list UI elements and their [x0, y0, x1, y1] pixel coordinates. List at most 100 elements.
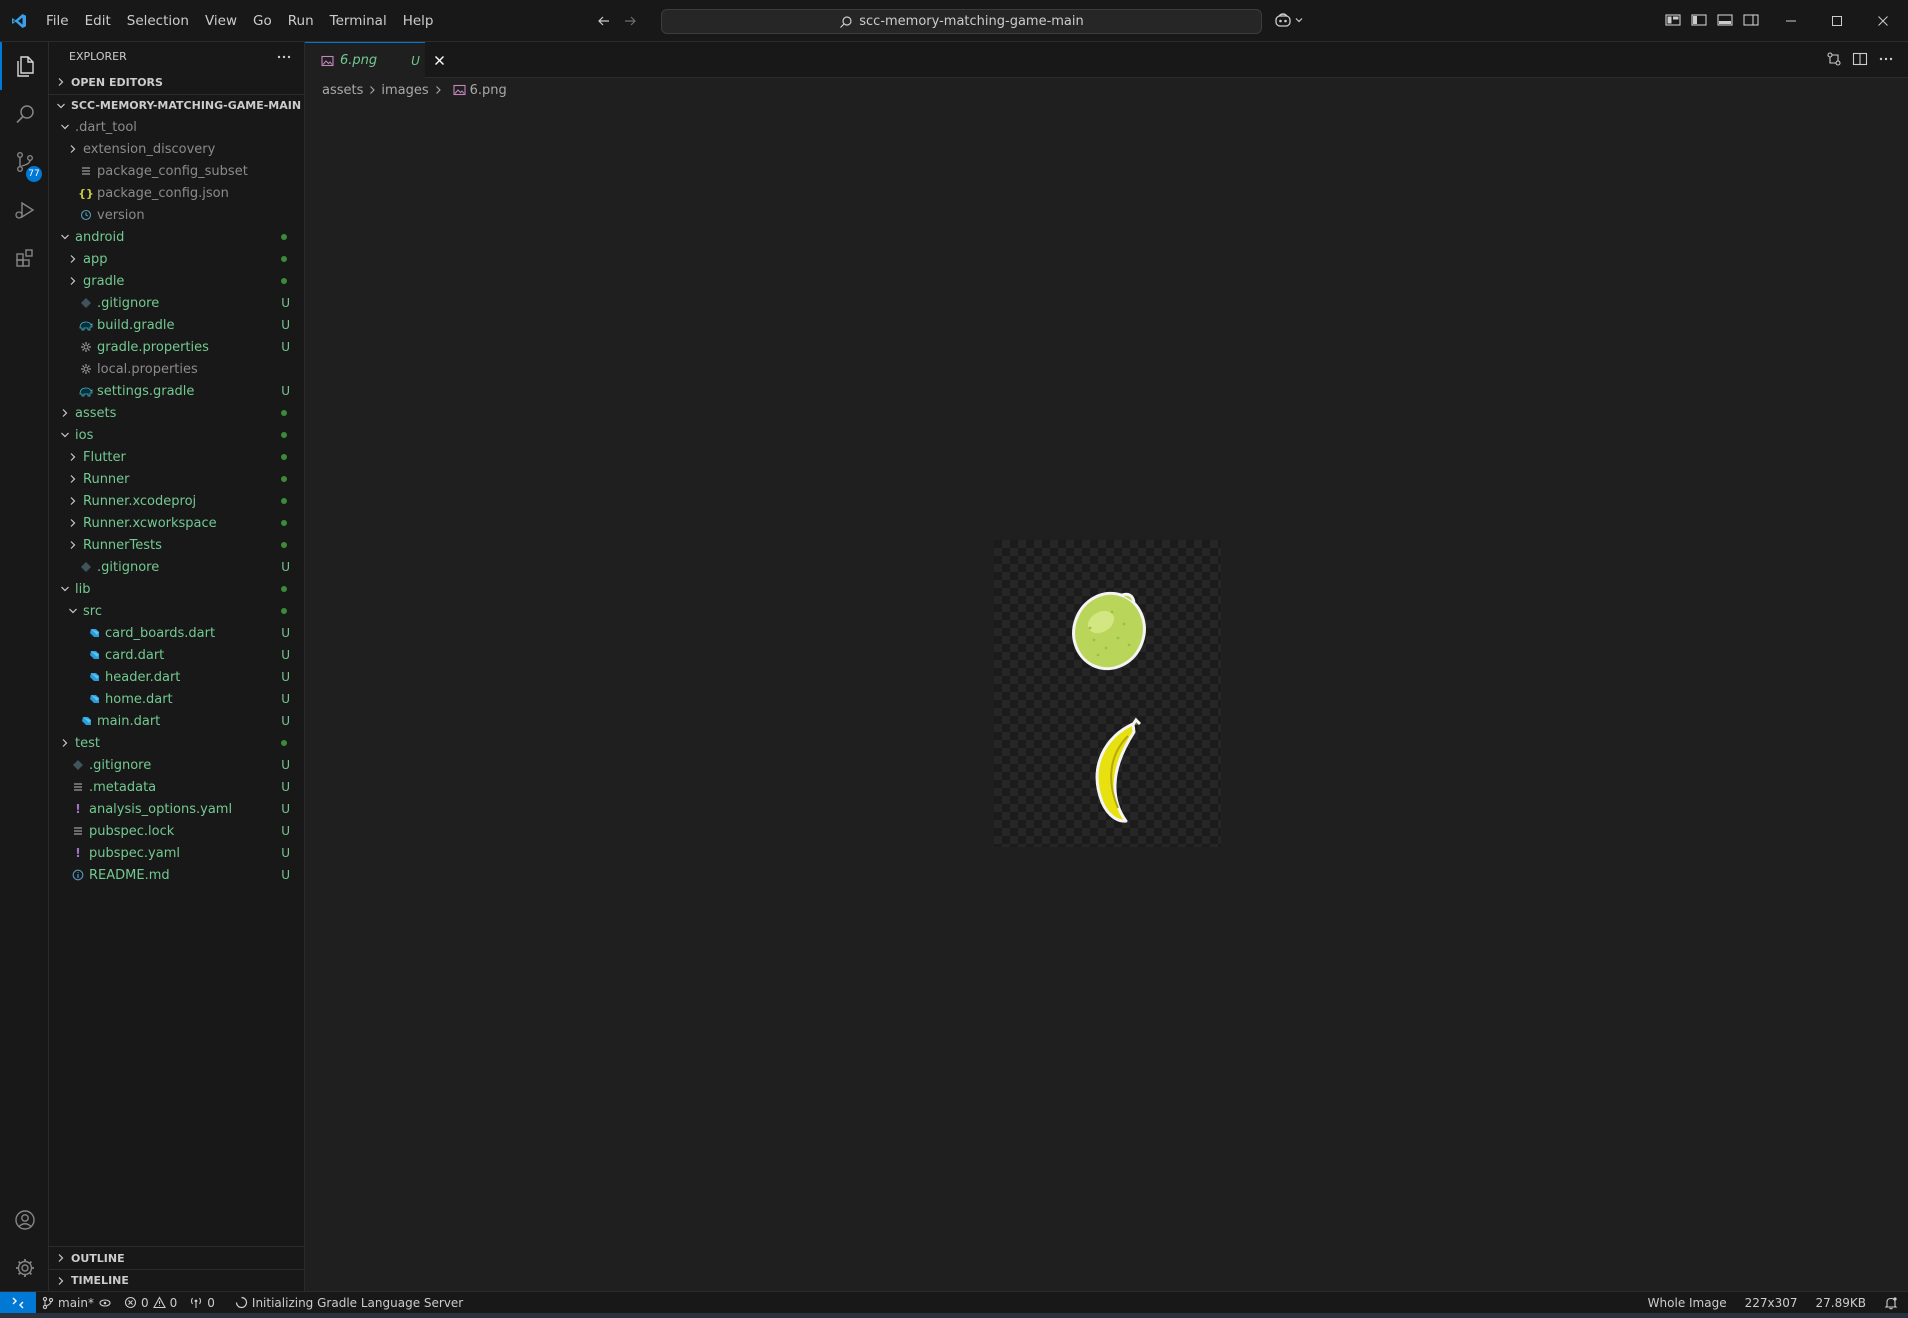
- sidebar-bottom-sections: OUTLINE TIMELINE: [49, 1246, 304, 1291]
- tree-item[interactable]: ios: [49, 424, 304, 446]
- maximize-icon[interactable]: [1814, 0, 1860, 42]
- tree-item[interactable]: README.md U: [49, 864, 304, 886]
- menu-view[interactable]: View: [197, 0, 245, 42]
- tree-item[interactable]: android: [49, 226, 304, 248]
- tab-6-png[interactable]: 6.png U: [305, 42, 444, 78]
- menu-help[interactable]: Help: [395, 0, 442, 42]
- tree-item[interactable]: .metadata U: [49, 776, 304, 798]
- menu-go[interactable]: Go: [245, 0, 280, 42]
- tree-item[interactable]: assets: [49, 402, 304, 424]
- minimize-icon[interactable]: [1768, 0, 1814, 42]
- tree-item[interactable]: RunnerTests: [49, 534, 304, 556]
- tree-item[interactable]: build.gradle U: [49, 314, 304, 336]
- menu-terminal[interactable]: Terminal: [322, 0, 395, 42]
- outline-section[interactable]: OUTLINE: [49, 1247, 304, 1269]
- tree-item[interactable]: extension_discovery: [49, 138, 304, 160]
- tree-item[interactable]: ! analysis_options.yaml U: [49, 798, 304, 820]
- tree-item[interactable]: .gitignore U: [49, 556, 304, 578]
- problems-status[interactable]: 0 0: [118, 1296, 183, 1310]
- close-tab-icon[interactable]: [434, 55, 445, 66]
- tree-item[interactable]: test: [49, 732, 304, 754]
- gear-icon: [79, 340, 93, 354]
- git-status-badge: U: [281, 340, 290, 354]
- extensions-icon[interactable]: [0, 234, 49, 282]
- toggle-secondary-sidebar-icon[interactable]: [1742, 12, 1760, 28]
- tree-item[interactable]: header.dart U: [49, 666, 304, 688]
- menu-edit[interactable]: Edit: [77, 0, 119, 42]
- menu-run[interactable]: Run: [280, 0, 322, 42]
- error-count: 0: [140, 1295, 149, 1310]
- breadcrumb-file[interactable]: 6.png: [470, 83, 507, 98]
- timeline-section[interactable]: TIMELINE: [49, 1269, 304, 1291]
- copilot-menu[interactable]: [1274, 12, 1304, 28]
- tree-item-label: header.dart: [105, 669, 181, 685]
- git-status-badge: U: [281, 648, 290, 662]
- account-icon[interactable]: [0, 1196, 49, 1244]
- tree-item[interactable]: settings.gradle U: [49, 380, 304, 402]
- tree-item[interactable]: Flutter: [49, 446, 304, 468]
- open-changes-icon[interactable]: [1826, 51, 1842, 67]
- tree-item[interactable]: version: [49, 204, 304, 226]
- forward-arrow-icon[interactable]: [622, 13, 638, 29]
- tree-item[interactable]: local.properties: [49, 358, 304, 380]
- tree-item[interactable]: .gitignore U: [49, 292, 304, 314]
- git-status-badge: U: [281, 802, 290, 816]
- branch-status[interactable]: main*: [36, 1296, 118, 1310]
- tree-item[interactable]: pubspec.lock U: [49, 820, 304, 842]
- tree-item[interactable]: home.dart U: [49, 688, 304, 710]
- chevron-right-icon: [67, 275, 79, 287]
- tree-item[interactable]: gradle: [49, 270, 304, 292]
- notifications-bell-icon[interactable]: [1884, 1296, 1898, 1310]
- tree-item[interactable]: .gitignore U: [49, 754, 304, 776]
- tree-item-label: card_boards.dart: [105, 625, 216, 641]
- sync-icon[interactable]: [98, 1296, 112, 1310]
- back-arrow-icon[interactable]: [596, 13, 612, 29]
- split-editor-icon[interactable]: [1852, 51, 1868, 67]
- breadcrumb-images[interactable]: images: [381, 83, 428, 98]
- explorer-icon[interactable]: [0, 42, 49, 90]
- image-preview[interactable]: [994, 540, 1221, 847]
- tree-item[interactable]: lib: [49, 578, 304, 600]
- ports-status[interactable]: 0: [183, 1296, 221, 1310]
- tree-item[interactable]: {} package_config.json: [49, 182, 304, 204]
- tree-item[interactable]: gradle.properties U: [49, 336, 304, 358]
- tree-item[interactable]: ! pubspec.yaml U: [49, 842, 304, 864]
- source-control-icon[interactable]: 77: [0, 138, 49, 186]
- lines-file-icon: [71, 780, 85, 794]
- tree-item[interactable]: .dart_tool: [49, 116, 304, 138]
- close-window-icon[interactable]: [1860, 0, 1906, 42]
- run-debug-icon[interactable]: [0, 186, 49, 234]
- clock-icon: [79, 208, 93, 222]
- git-status-badge: U: [281, 780, 290, 794]
- breadcrumb: assets images 6.png: [305, 78, 507, 102]
- remote-indicator-icon[interactable]: [0, 1291, 36, 1314]
- project-section[interactable]: SCC-MEMORY-MATCHING-GAME-MAIN: [49, 94, 304, 116]
- tree-item[interactable]: main.dart U: [49, 710, 304, 732]
- tree-item[interactable]: src: [49, 600, 304, 622]
- open-editors-section[interactable]: OPEN EDITORS: [49, 71, 304, 93]
- tree-item[interactable]: Runner.xcodeproj: [49, 490, 304, 512]
- breadcrumb-assets[interactable]: assets: [322, 83, 363, 98]
- manage-gear-icon[interactable]: [0, 1244, 49, 1292]
- search-view-icon[interactable]: [0, 90, 49, 138]
- menu-selection[interactable]: Selection: [119, 0, 197, 42]
- tree-item[interactable]: card_boards.dart U: [49, 622, 304, 644]
- dart-file-icon: [87, 692, 101, 706]
- more-actions-icon[interactable]: [1878, 51, 1894, 67]
- chevron-down-icon: [67, 605, 79, 617]
- tree-item[interactable]: Runner: [49, 468, 304, 490]
- customize-layout-icon[interactable]: [1664, 12, 1682, 28]
- task-status[interactable]: Initializing Gradle Language Server: [229, 1296, 469, 1310]
- tree-item[interactable]: app: [49, 248, 304, 270]
- tree-item[interactable]: Runner.xcworkspace: [49, 512, 304, 534]
- toggle-primary-sidebar-icon[interactable]: [1690, 12, 1708, 28]
- dart-file-icon: [87, 670, 101, 684]
- menu-file[interactable]: File: [38, 0, 77, 42]
- tree-item[interactable]: package_config_subset: [49, 160, 304, 182]
- more-actions-icon[interactable]: [276, 49, 292, 65]
- tree-item[interactable]: card.dart U: [49, 644, 304, 666]
- command-center-search[interactable]: scc-memory-matching-game-main: [661, 9, 1262, 34]
- toggle-panel-icon[interactable]: [1716, 12, 1734, 28]
- zoom-status[interactable]: Whole Image: [1648, 1296, 1727, 1310]
- chevron-down-icon: [1294, 15, 1304, 25]
